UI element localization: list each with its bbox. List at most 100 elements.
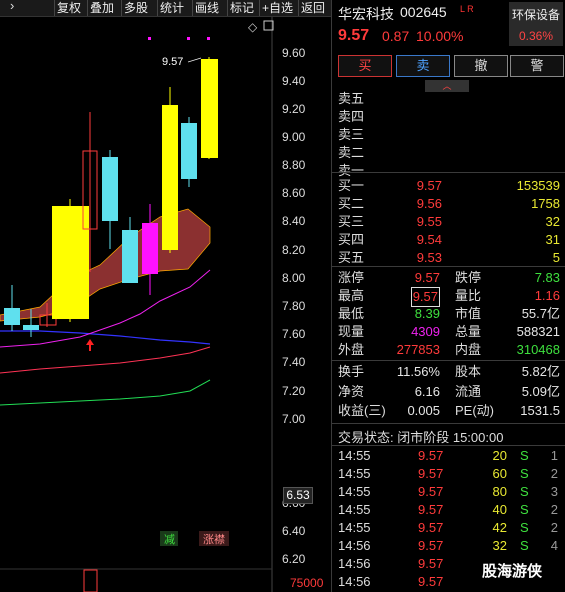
bid-label: 买三 <box>338 214 365 229</box>
tick-side: S <box>520 484 529 499</box>
price-tick-label: 9.60 <box>282 46 306 60</box>
stat-value: 9.57 <box>414 270 440 285</box>
peak-price-label: 9.57 <box>162 56 183 68</box>
price-tick-label: 9.20 <box>282 102 306 116</box>
bid-row[interactable]: 买五 9.53 5 <box>332 249 565 267</box>
bid-label: 买二 <box>338 196 365 211</box>
price-tick-label: 8.80 <box>282 158 306 172</box>
price-change: 0.87 <box>382 28 410 44</box>
stat-value: 4309 <box>411 324 440 339</box>
candle-flat <box>142 223 158 274</box>
stat-label: 收益(三) <box>338 403 386 418</box>
tick-volume: 42 <box>492 520 507 535</box>
buy-signal-arrow-icon <box>86 339 94 351</box>
stat-label: PE(动) <box>455 403 495 418</box>
divider <box>332 266 565 267</box>
bid-price: 9.57 <box>416 178 442 193</box>
stat-label: 量比 <box>455 288 482 303</box>
stat-value: 9.57 <box>410 287 440 307</box>
ask-label: 卖二 <box>338 145 365 160</box>
trend-ribbon <box>0 208 211 322</box>
bid-row[interactable]: 买三 9.55 32 <box>332 213 565 231</box>
stat-label: 市值 <box>455 306 482 321</box>
price-tick-label: 7.60 <box>282 327 306 341</box>
toolbar-item-draw-line[interactable]: 画线 <box>192 0 221 16</box>
price-change-pct: 10.00% <box>416 28 464 44</box>
price-tick-label: 7.20 <box>282 384 306 398</box>
bid-label: 买四 <box>338 232 365 247</box>
price-tick-label: 9.40 <box>282 74 306 88</box>
tick-row: 14:55 9.57 80 S 3 <box>332 483 565 501</box>
buy-button[interactable]: 买 <box>338 55 392 77</box>
tick-price: 9.57 <box>418 484 444 499</box>
stat-label: 最低 <box>338 306 365 321</box>
kline-chart[interactable]: ◇ 9.60 9.40 9.20 9.00 8.80 8.60 8.40 8.2… <box>0 17 331 592</box>
ma-line-red <box>0 346 211 374</box>
stat-label: 流通 <box>455 384 482 399</box>
stat-label: 总量 <box>455 324 482 339</box>
tick-count: 4 <box>550 538 558 553</box>
stat-label: 外盘 <box>338 342 365 357</box>
stat-label: 股本 <box>455 364 482 379</box>
stat-row: 外盘 277853 内盘 310468 <box>332 341 565 359</box>
tick-volume: 60 <box>492 466 507 481</box>
toolbar-item-multi-stock[interactable]: 多股 <box>121 0 150 16</box>
bid-row[interactable]: 买二 9.56 1758 <box>332 195 565 213</box>
toolbar-item-statistics[interactable]: 统计 <box>157 0 186 16</box>
bid-row[interactable]: 买四 9.54 31 <box>332 231 565 249</box>
price-tick-label: 7.40 <box>282 355 306 369</box>
toolbar-item-mark[interactable]: 标记 <box>227 0 256 16</box>
tick-price: 9.57 <box>418 574 444 589</box>
tick-count: 2 <box>550 520 558 535</box>
tick-volume: 32 <box>492 538 507 553</box>
stat-value: 11.56% <box>396 364 440 379</box>
tick-row: 14:55 9.57 60 S 2 <box>332 465 565 483</box>
ask-row: 卖三 <box>332 126 565 144</box>
watermark: 股海游侠 <box>482 563 543 580</box>
sector-box[interactable]: 环保设备 0.36% <box>509 2 563 46</box>
candle-down <box>102 157 118 221</box>
tick-count: 3 <box>550 484 558 499</box>
price-tick-label: 7.80 <box>282 299 306 313</box>
bid-row[interactable]: 买一 9.57 153539 <box>332 177 565 195</box>
cancel-order-button[interactable]: 撤 <box>454 55 508 77</box>
volume-bar <box>83 569 98 592</box>
stat-label: 跌停 <box>455 270 482 285</box>
price-tick-label: 6.40 <box>282 524 306 538</box>
tick-price: 9.57 <box>418 448 444 463</box>
tick-volume: 40 <box>492 502 507 517</box>
toolbar-item-restore-rights[interactable]: 复权 <box>54 0 83 16</box>
ask-label: 卖四 <box>338 109 365 124</box>
stat-row: 最低 8.39 市值 55.7亿 <box>332 305 565 323</box>
bid-price: 9.56 <box>416 196 442 211</box>
tick-side: S <box>520 502 529 517</box>
legend-minus-label: 减 <box>164 533 175 546</box>
marker-dot <box>207 37 210 40</box>
ask-label: 卖三 <box>338 127 365 142</box>
ask-row: 卖五 <box>332 90 565 108</box>
alert-button[interactable]: 警 <box>510 55 564 77</box>
stat-label: 涨停 <box>338 270 365 285</box>
toolbar-item-add-watchlist[interactable]: +自选 <box>259 0 295 16</box>
stat-row: 现量 4309 总量 588321 <box>332 323 565 341</box>
sector-name: 环保设备 <box>511 8 560 22</box>
tick-time: 14:55 <box>338 448 371 463</box>
toolbar-item-back[interactable]: 返回 <box>298 0 327 16</box>
toolbar-item-overlay[interactable]: 叠加 <box>87 0 116 16</box>
tick-count: 2 <box>550 502 558 517</box>
tick-time: 14:56 <box>338 556 371 571</box>
diamond-icon[interactable]: ◇ <box>248 20 258 34</box>
ma-line-green <box>0 379 211 406</box>
sell-button[interactable]: 卖 <box>396 55 450 77</box>
last-price: 9.57 <box>338 27 370 44</box>
price-tick-label: 8.00 <box>282 271 306 285</box>
divider <box>332 423 565 424</box>
bid-price: 9.54 <box>416 232 442 247</box>
bid-label: 买一 <box>338 178 365 193</box>
candle-down <box>122 230 138 283</box>
price-tick-label: 7.00 <box>282 412 306 426</box>
expand-arrow-icon[interactable]: › <box>10 0 14 13</box>
stat-value: 6.16 <box>414 384 440 399</box>
marker-dot <box>187 37 190 40</box>
trade-status: 交易状态: 闭市阶段 15:00:00 <box>338 430 504 445</box>
